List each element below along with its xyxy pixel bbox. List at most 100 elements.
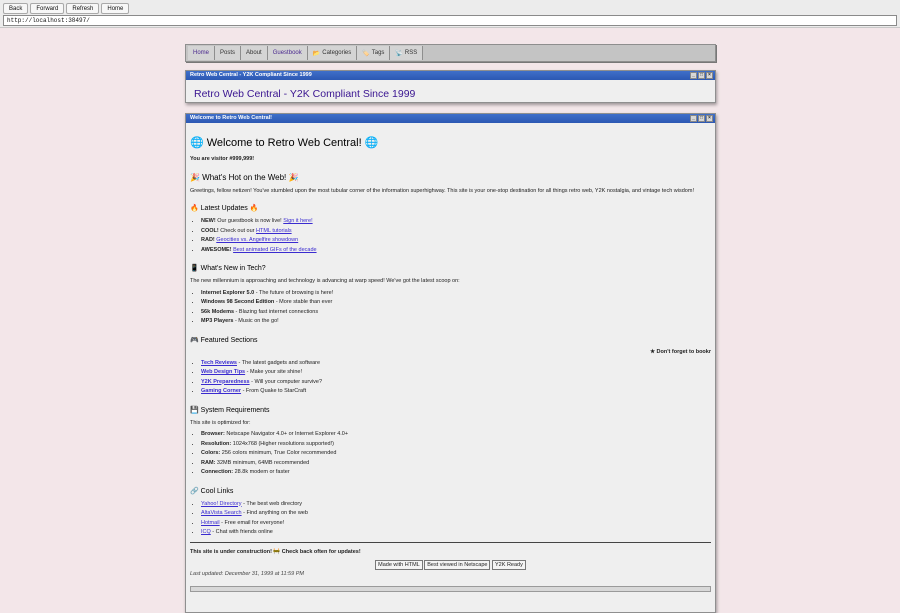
badge-netscape: Best viewed in Netscape [424, 560, 491, 570]
tech-item-name: Windows 98 Second Edition [201, 299, 275, 305]
sysreq-label: Browser: [201, 431, 225, 437]
refresh-button[interactable]: Refresh [66, 3, 100, 14]
update-link[interactable]: Best animated GIFs of the decade [233, 247, 316, 253]
site-heading: Retro Web Central - Y2K Compliant Since … [194, 88, 416, 100]
list-item: Connection: 28.8k modem or faster [201, 468, 711, 478]
featured-link[interactable]: Gaming Corner [201, 388, 241, 394]
menu-rss-label: RSS [404, 50, 418, 56]
top-menu: Home Posts About Guestbook 📂 Categories 🏷… [185, 44, 716, 62]
main-window-controls: _ □ × [690, 115, 713, 122]
divider [190, 541, 711, 543]
featured-link[interactable]: Tech Reviews [201, 360, 237, 366]
update-link[interactable]: HTML tutorials [256, 228, 292, 234]
featured-link[interactable]: Web Design Tips [201, 369, 245, 375]
menu-categories[interactable]: 📂 Categories [307, 46, 358, 60]
tech-item-text: - Blazing fast internet connections [234, 308, 319, 315]
menu-tags[interactable]: 🏷️ Tags [357, 46, 391, 60]
list-item: Web Design Tips - Make your site shine! [201, 368, 711, 378]
cool-link[interactable]: Hotmail [201, 520, 220, 526]
menu-about[interactable]: About [241, 46, 268, 60]
menu-rss[interactable]: 📡 RSS [390, 46, 424, 60]
updates-heading: 🔥 Latest Updates 🔥 [190, 205, 259, 212]
sysreq-label: RAM: [201, 459, 216, 466]
list-item: AWESOME! Best animated GIFs of the decad… [201, 246, 711, 256]
list-item: Y2K Preparedness - Will your computer su… [201, 378, 711, 388]
sysreq-text: This site is optimized for: [190, 419, 251, 426]
sysreq-value: 28.8k modem or faster [233, 469, 290, 475]
cool-link[interactable]: AltaVista Search [201, 510, 242, 516]
last-updated: Last updated: December 31, 1999 at 11:59… [190, 571, 304, 577]
featured-text: - Make your site shine! [245, 369, 302, 375]
footer-box [190, 585, 711, 592]
visitor-counter: You are visitor #999,999! [190, 156, 255, 162]
cool-link[interactable]: Yahoo! Directory [201, 501, 242, 507]
close-icon[interactable]: × [706, 115, 713, 122]
home-button[interactable]: Home [101, 3, 130, 14]
maximize-icon[interactable]: □ [698, 115, 705, 122]
minimize-icon[interactable]: _ [690, 72, 697, 79]
main-window: Welcome to Retro Web Central! _ □ × 🌐 We… [185, 113, 716, 613]
update-link[interactable]: Sign it here! [283, 218, 312, 224]
list-item: Windows 98 Second Edition - More stable … [201, 298, 711, 308]
menu-guestbook-label: Guestbook [272, 50, 302, 56]
tech-item-name: 56k Modems [201, 308, 235, 315]
sysreq-value: 256 colors minimum, True Color recommend… [220, 450, 337, 456]
back-button[interactable]: Back [3, 3, 29, 14]
construction-notice: This site is under construction! 🚧 Check… [190, 548, 361, 555]
cool-link-text: - Chat with friends online [210, 529, 273, 535]
menu-about-label: About [246, 50, 262, 56]
close-icon[interactable]: × [706, 72, 713, 79]
welcome-heading: 🌐 Welcome to Retro Web Central! 🌐 [190, 137, 379, 149]
update-label: COOL! [201, 227, 219, 234]
cool-link-text: - Find anything on the web [241, 510, 308, 516]
list-item: RAD! Geocities vs. Angelfire showdown [201, 236, 711, 246]
tech-item-text: - Music on the go! [233, 318, 279, 324]
menu-posts[interactable]: Posts [215, 46, 242, 60]
browser-chrome: Back Forward Refresh Home http://localho… [0, 0, 900, 28]
list-item: Yahoo! Directory - The best web director… [201, 500, 711, 510]
header-window-title: Retro Web Central - Y2K Compliant Since … [190, 72, 312, 78]
update-text: Check out our [220, 227, 255, 234]
tech-item-text: - The future of browsing is here! [254, 289, 334, 296]
badge-made-with-html: Made with HTML [375, 560, 423, 570]
featured-heading: 🎮 Featured Sections [190, 336, 258, 344]
hot-heading: 🎉 What's Hot on the Web! 🎉 [190, 172, 299, 182]
tech-text: The new millennium is approaching and te… [190, 278, 460, 284]
menu-guestbook[interactable]: Guestbook [267, 46, 308, 60]
sysreq-value: 32MB minimum, 64MB recommended [215, 459, 310, 466]
sysreq-label: Resolution: [201, 440, 232, 447]
forward-button[interactable]: Forward [30, 3, 65, 14]
tech-item-text: - More stable than ever [274, 299, 333, 305]
update-label: RAD! [201, 237, 215, 243]
header-window: Retro Web Central - Y2K Compliant Since … [185, 70, 716, 103]
list-item: MP3 Players - Music on the go! [201, 317, 711, 327]
browser-nav-buttons: Back Forward Refresh Home [3, 3, 130, 14]
tech-list: Internet Explorer 5.0 - The future of br… [190, 289, 711, 327]
featured-link[interactable]: Y2K Preparedness [201, 379, 250, 385]
cool-link[interactable]: ICQ [201, 529, 211, 535]
featured-text: - The latest gadgets and software [236, 359, 321, 366]
minimize-icon[interactable]: _ [690, 115, 697, 122]
sysreq-heading: 💾 System Requirements [190, 406, 270, 414]
sysreq-value: 1024x768 (Higher resolutions supported!) [231, 440, 334, 447]
menu-home[interactable]: Home [188, 46, 216, 60]
tag-icon: 🏷️ [362, 50, 370, 57]
links-list: Yahoo! Directory - The best web director… [190, 500, 711, 538]
featured-text: - From Quake to StarCraft [241, 388, 307, 394]
list-item: Colors: 256 colors minimum, True Color r… [201, 449, 711, 459]
sysreq-label: Colors: [201, 450, 221, 456]
update-label: AWESOME! [201, 246, 232, 253]
hot-text: Greetings, fellow netizen! You've stumbl… [190, 187, 694, 194]
update-link[interactable]: Geocities vs. Angelfire showdown [216, 237, 298, 243]
list-item: Tech Reviews - The latest gadgets and so… [201, 359, 711, 369]
url-bar[interactable]: http://localhost:38497/ [3, 15, 897, 26]
sysreq-label: Connection: [201, 469, 234, 475]
maximize-icon[interactable]: □ [698, 72, 705, 79]
main-window-title: Welcome to Retro Web Central! [190, 115, 273, 121]
tech-item-name: Internet Explorer 5.0 [201, 289, 255, 296]
main-window-titlebar: Welcome to Retro Web Central! _ □ × [186, 114, 715, 123]
update-label: NEW! [201, 218, 216, 224]
menu-home-label: Home [193, 50, 210, 56]
featured-text: - Will your computer survive? [249, 378, 323, 385]
list-item: AltaVista Search - Find anything on the … [201, 509, 711, 519]
